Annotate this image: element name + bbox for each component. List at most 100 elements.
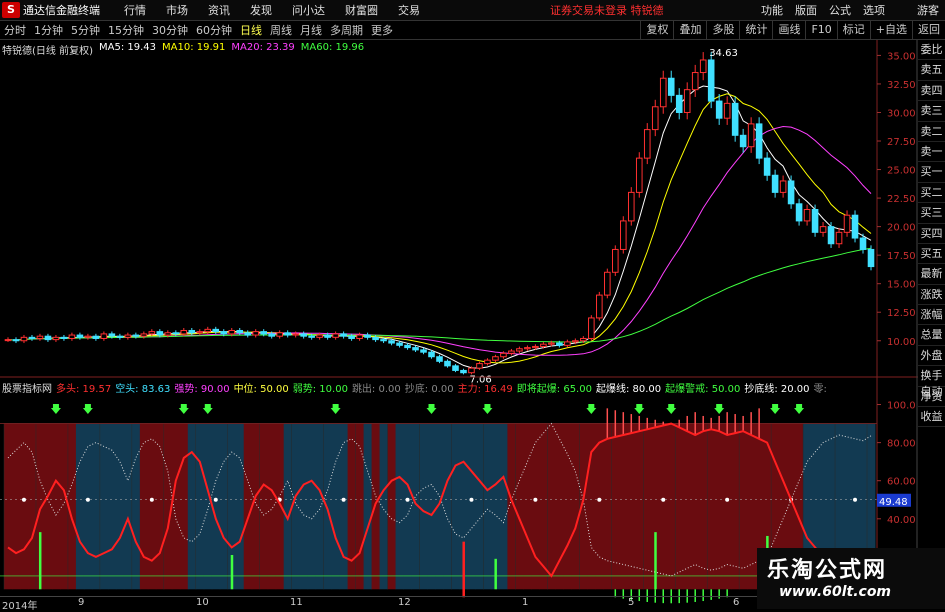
quote-tab-8[interactable]: 买三 [918,203,945,224]
ma5-line [7,85,872,369]
quote-tab-3[interactable]: 卖三 [918,101,945,122]
quote-tab-6[interactable]: 买一 [918,162,945,183]
quote-tab-14[interactable]: 总量 [918,325,945,346]
candle-body [484,359,491,365]
band-segment [43,423,53,590]
candle-body [236,329,244,334]
signal-bar-green [230,555,234,590]
band-segment [499,423,508,590]
mid-dot [21,497,26,502]
price-tick-label: 27.50 [887,137,916,148]
candle-body [715,100,723,119]
candle-body [635,157,643,193]
candle-body [324,334,331,338]
date-label: 1 [522,597,529,608]
indicator-item-1: 空头: 83.63 [115,384,171,395]
candle-body [675,94,683,113]
band-segment [203,423,213,590]
indicator-item-9: 起爆线: 80.00 [595,384,662,395]
candle-body [468,367,475,374]
quote-tab-2[interactable]: 卖四 [918,81,945,102]
band-segment [563,423,572,590]
band-segment [179,423,189,590]
band-segment [323,423,333,590]
candle-body [667,77,675,96]
indicator-item-4: 弱势: 10.00 [292,384,348,395]
candle-body [548,342,555,345]
ma10-line [7,93,872,364]
candle-body [659,77,667,108]
candle-body [627,191,635,222]
candle-body [835,231,843,245]
band-segment [123,423,133,590]
chart-canvas[interactable]: 34.637.06 35.00 32.50 30.00 27.50 25.00 22.50… [0,0,945,609]
quote-tab-5[interactable]: 卖一 [918,142,945,163]
down-arrow-icon [50,404,61,414]
quote-tab-9[interactable]: 买四 [918,224,945,244]
band-segment [267,423,277,590]
quote-tab-10[interactable]: 买五 [918,244,945,265]
candle-body [36,335,44,339]
band-segment [363,423,373,590]
indicator-legend: 股票指标网 多头: 19.57 空头: 83.63 强势: 90.00 中位: 50.0… [2,380,827,395]
signal-bar-green [654,532,657,590]
indicator-item-5: 跳出: 0.00 [351,384,401,395]
band-segment [131,423,141,590]
band-segment [739,423,748,590]
candle-body [436,356,443,362]
ma60-line [7,247,872,343]
band-segment [699,423,708,590]
down-arrow-icon [714,404,725,414]
quote-tab-7[interactable]: 买二 [918,183,945,204]
band-segment [627,423,636,590]
candle-body [843,214,851,233]
candle-body [28,336,36,339]
down-arrow-icon [426,404,437,414]
candle-body [500,352,507,358]
band-segment [147,423,157,590]
candle-body [867,248,875,268]
auto-button[interactable]: 自动 [918,383,945,399]
signal-bar-green [38,532,42,590]
candle-body [380,339,387,342]
candle-body [356,334,363,339]
quote-tab-15[interactable]: 外盘 [918,346,945,367]
band-segment [331,423,341,590]
high-price-label: 34.63 [709,48,738,59]
candle-body [244,332,252,336]
mid-dot [533,497,538,502]
ind-tick-label: 100.0 [887,401,916,412]
band-segment [219,423,229,590]
candle-body [779,180,787,193]
indicator-item-7: 主力: 16.49 [457,384,513,395]
candle-body [396,342,403,346]
candle-body [316,334,323,338]
quote-tab-4[interactable]: 卖二 [918,122,945,142]
indicator-chart [0,404,877,604]
price-tick-label: 12.50 [887,308,916,319]
quote-tab-13[interactable]: 涨幅 [918,305,945,326]
mid-dot [213,497,218,502]
band-segment [171,423,181,590]
candle-body [516,348,523,352]
quote-tab-1[interactable]: 卖五 [918,60,945,81]
ind-tick-label: 80.00 [887,439,916,450]
candle-body [476,363,483,369]
candle-body [204,328,212,333]
band-segment [675,423,684,590]
band-segment [75,423,85,590]
quote-tab-11[interactable]: 最新 [918,264,945,285]
candle-body [747,123,755,148]
quote-tab-0[interactable]: 委比 [918,40,945,61]
candle-body [596,294,603,319]
band-segment [299,423,309,590]
candle-body [771,174,779,193]
candle-body [12,339,20,342]
band-segment [667,423,676,590]
candle-body [604,271,611,296]
quote-tab-18[interactable]: 收益 [918,407,945,428]
quote-tab-12[interactable]: 涨跌 [918,285,945,306]
price-tick-label: 10.00 [887,337,916,348]
band-segment [283,423,293,590]
candle-body [811,209,819,233]
